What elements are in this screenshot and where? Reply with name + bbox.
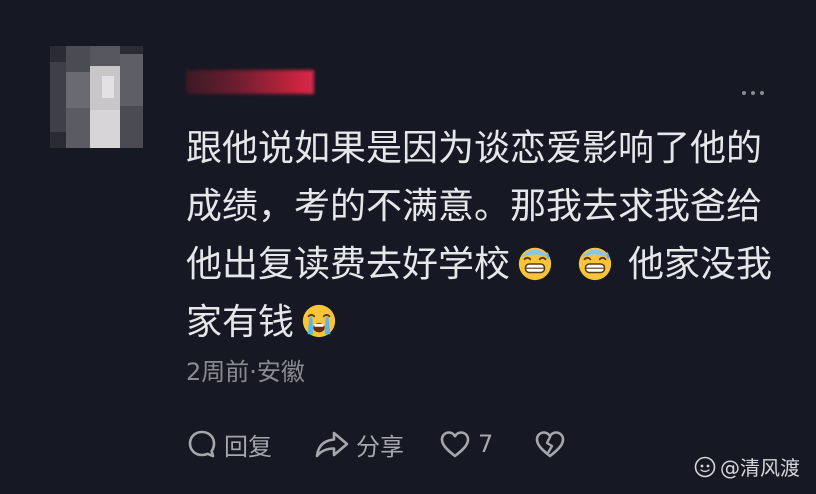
action-bar: 回复 分享 7 [186,424,567,464]
watermark-text: @清风渡 [720,456,800,480]
comment-line: 跟他说如果是因为谈恋爱影响了他的 [186,128,763,169]
comment-line: 家有钱 [186,294,786,352]
share-arrow-icon [315,431,349,458]
reply-button[interactable]: 回复 [186,427,272,462]
comment-line: 成绩，考的不满意。那我去求我爸给 [186,186,763,227]
share-label: 分享 [356,432,404,461]
comment-text: 跟他说如果是因为谈恋爱影响了他的 成绩，考的不满意。那我去求我爸给 他出复读费去… [186,120,786,352]
crying-emoji [302,304,336,338]
comment-bubble-icon [188,430,216,458]
like-count: 7 [478,430,494,458]
broken-heart-icon [535,431,565,458]
dislike-button[interactable] [533,428,567,460]
sweat-grin-emoji [578,247,612,281]
sweat-grin-emoji [518,247,552,281]
comment-line-text: 家有钱 [186,302,295,343]
toutiao-logo-icon [694,456,716,477]
comment-time-location: 2周前·安徽 [186,358,305,386]
comment-screen: 跟他说如果是因为谈恋爱影响了他的 成绩，考的不满意。那我去求我爸给 他出复读费去… [0,0,816,494]
comment-line: 他出复读费去好学校 他家没我 [186,236,786,294]
reply-label: 回复 [224,432,272,461]
avatar[interactable] [50,46,143,148]
comment-line-text: 他出复读费去好学校 [186,244,511,285]
heart-icon [440,431,470,458]
like-button[interactable]: 7 [438,428,493,460]
watermark: @清风渡 [694,452,800,481]
more-options-icon[interactable] [742,88,770,98]
username-redacted[interactable] [186,70,314,94]
share-button[interactable]: 分享 [314,427,404,462]
comment-line-text: 他家没我 [628,244,773,285]
